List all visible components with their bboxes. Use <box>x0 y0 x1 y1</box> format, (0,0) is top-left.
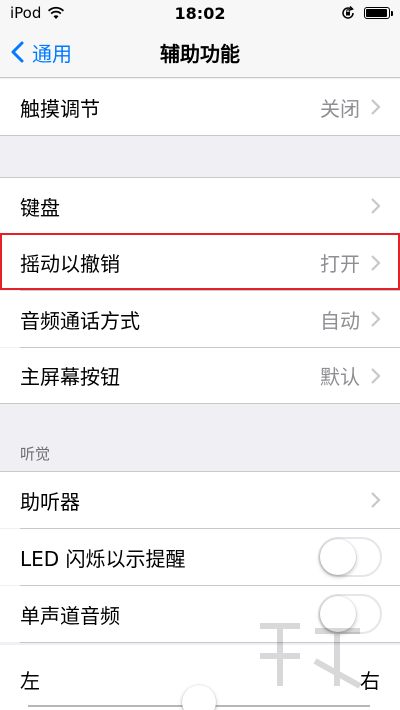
slider-right-label: 右 <box>360 669 380 693</box>
chevron-right-icon <box>371 367 381 384</box>
balance-slider-thumb[interactable] <box>182 685 216 710</box>
status-bar: iPod 18:02 <box>0 0 400 26</box>
mono-audio-toggle[interactable] <box>318 594 382 634</box>
row-call-audio-routing[interactable]: 音频通话方式 自动 <box>0 291 400 347</box>
row-value: 默认 <box>320 365 360 389</box>
row-shake-to-undo[interactable]: 摇动以撤销 打开 <box>0 235 400 290</box>
chevron-left-icon <box>11 41 24 63</box>
chevron-right-icon <box>371 492 381 508</box>
chevron-right-icon <box>371 99 381 115</box>
led-flash-toggle[interactable] <box>318 537 382 577</box>
row-keyboard[interactable]: 键盘 <box>0 178 400 234</box>
row-label: 主屏幕按钮 <box>20 365 120 389</box>
slider-left-label: 左 <box>20 669 40 693</box>
battery-icon <box>364 7 393 19</box>
orientation-lock-icon <box>342 5 354 19</box>
section-header-hearing: 听觉 <box>20 445 51 463</box>
row-value: 打开 <box>320 252 360 276</box>
back-button[interactable]: 通用 <box>8 26 72 78</box>
wifi-icon <box>48 6 65 19</box>
row-label: 音频通话方式 <box>20 308 140 333</box>
toggle-knob <box>320 539 356 575</box>
row-home-button[interactable]: 主屏幕按钮 默认 <box>0 348 400 403</box>
chevron-right-icon <box>371 311 381 327</box>
row-label: 摇动以撤销 <box>20 252 120 276</box>
row-label: 助听器 <box>20 489 80 514</box>
row-mono-audio: 单声道音频 <box>0 586 400 642</box>
divider <box>20 642 400 643</box>
row-value: 关闭 <box>320 96 360 121</box>
toggle-knob <box>320 596 356 632</box>
carrier-label: iPod <box>10 4 42 22</box>
row-label: 触摸调节 <box>20 96 100 121</box>
row-led-flash: LED 闪烁以示提醒 <box>0 529 400 585</box>
chevron-right-icon <box>371 254 381 271</box>
row-hearing-aids[interactable]: 助听器 <box>0 472 400 528</box>
navigation-bar: 通用 辅助功能 <box>0 26 400 78</box>
row-label: LED 闪烁以示提醒 <box>20 546 186 571</box>
row-touch-adjust[interactable]: 触摸调节 关闭 <box>0 79 400 135</box>
back-label: 通用 <box>32 41 72 66</box>
row-value: 自动 <box>320 308 360 333</box>
balance-slider-row: 左 右 <box>0 645 400 710</box>
divider <box>0 403 400 404</box>
row-label: 键盘 <box>20 195 60 220</box>
row-label: 单声道音频 <box>20 603 120 628</box>
divider <box>0 135 400 136</box>
chevron-right-icon <box>371 198 381 214</box>
